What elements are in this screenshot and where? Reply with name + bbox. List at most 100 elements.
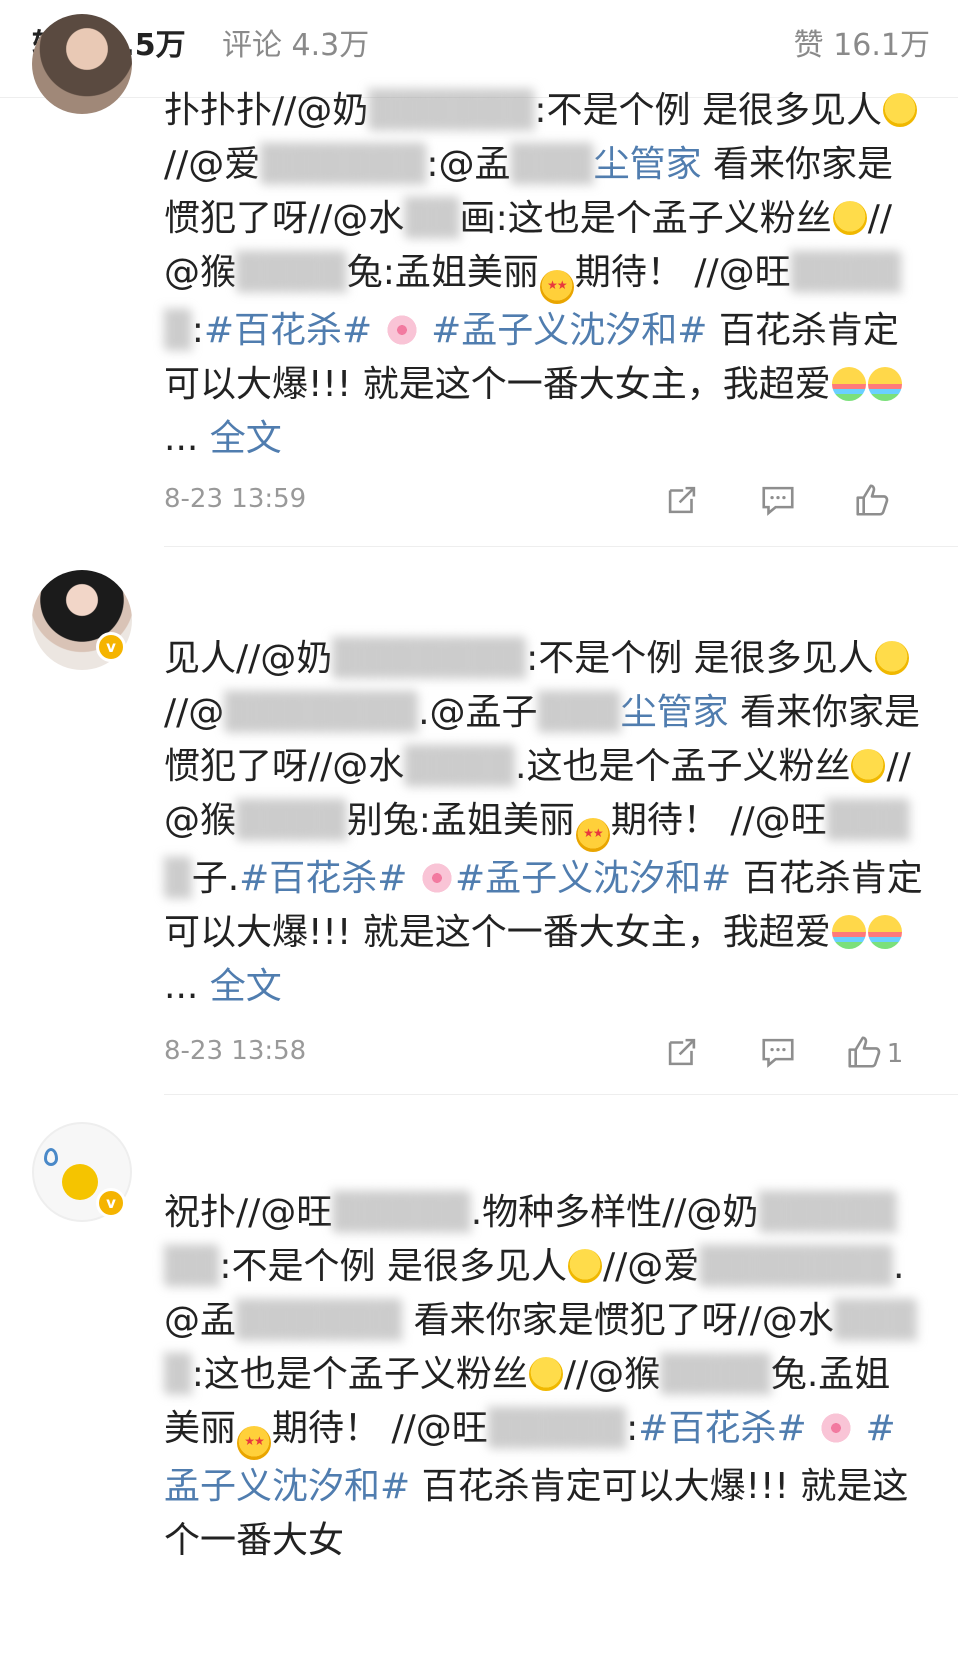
text-span: ... (164, 966, 210, 1007)
hashtag-link[interactable]: #孟子义沈汐和# (455, 858, 731, 899)
hashtag-link[interactable]: #百花杀# (638, 1408, 806, 1449)
text-span: ... (164, 418, 210, 459)
hashtag-link[interactable]: #百花杀# (204, 310, 372, 351)
full-text-link[interactable]: 全文 (210, 418, 282, 459)
repost-text: 扑扑扑//@奶▒▒▒▒▒▒:不是个例 是很多见人//@爱▒▒▒▒▒▒:@孟▒▒▒… (164, 84, 924, 466)
divider (164, 546, 958, 547)
obscured-text: ▒▒▒▒▒▒▒ (332, 638, 527, 679)
thumbs-up-icon (853, 481, 891, 523)
text-span: //@ (164, 692, 225, 733)
repost-item: v 祝扑//@旺▒▒▒▒▒.物种多样性//@奶▒▒▒▒▒▒▒:不是个例 是很多见… (0, 1096, 958, 1664)
hashtag-link[interactable]: 尘管家 (621, 692, 729, 733)
obscured-text: ▒▒▒▒▒▒ (368, 90, 535, 131)
smile-emoji-icon (528, 1357, 563, 1391)
text-span: 看来你家是惯犯了呀//@水 (402, 1300, 834, 1341)
comment-button[interactable] (730, 1030, 826, 1078)
rainbow-emoji-icon (867, 367, 902, 401)
comment-icon (759, 1033, 797, 1075)
repost-item: v 见人//@奶▒▒▒▒▒▒▒:不是个例 是很多见人//@▒▒▒▒▒▒▒.@孟子… (0, 548, 958, 1096)
hashtag-link[interactable]: 尘管家 (594, 144, 702, 185)
sun-icon (62, 1164, 98, 1200)
blossom-emoji-icon (384, 313, 419, 347)
smile-emoji-icon (882, 93, 917, 127)
share-icon (663, 1033, 701, 1075)
obscured-text: ▒▒▒▒ (236, 252, 347, 293)
smile-emoji-icon (567, 1249, 602, 1283)
text-span: 兔:孟姐美丽 (346, 252, 539, 293)
text-span: :不是个例 是很多见人 (526, 638, 874, 679)
text-span: 期待！ //@旺 (574, 252, 791, 293)
smile-emoji-icon (851, 749, 886, 783)
text-span: .@孟子 (418, 692, 538, 733)
star-emoji-icon (539, 270, 574, 304)
text-span: 见人//@奶 (164, 638, 333, 679)
text-span: //@爱 (164, 144, 261, 185)
obscured-text: ▒▒▒ (510, 144, 594, 185)
repost-text: 祝扑//@旺▒▒▒▒▒.物种多样性//@奶▒▒▒▒▒▒▒:不是个例 是很多见人 /… (164, 1186, 924, 1568)
text-span (372, 310, 383, 351)
star-emoji-icon (575, 818, 610, 852)
blossom-emoji-icon (819, 1411, 854, 1445)
obscured-text: ▒▒▒▒▒▒ (236, 1300, 403, 1341)
repost-time: 8-23 13:59 (164, 484, 307, 514)
rainbow-emoji-icon (831, 915, 866, 949)
text-span: :不是个例 是很多见人 (534, 90, 882, 131)
star-emoji-icon (237, 1426, 272, 1460)
like-button[interactable] (826, 478, 922, 526)
obscured-text: ▒▒▒ (537, 692, 621, 733)
rainbow-emoji-icon (867, 915, 902, 949)
obscured-text: ▒▒▒▒▒ (332, 1192, 471, 1233)
obscured-text: ▒▒▒▒▒ (487, 1408, 627, 1449)
obscured-text: ▒▒▒▒▒▒▒ (224, 692, 419, 733)
water-drop-icon (44, 1148, 58, 1166)
text-span: 画:这也是个孟子义粉丝 (459, 198, 832, 239)
like-button[interactable]: 1 (826, 1030, 922, 1078)
text-span (407, 858, 418, 899)
comment-icon (759, 481, 797, 523)
text-span: 期待！ //@旺 (272, 1408, 488, 1449)
text-span: //@爱 (602, 1246, 700, 1287)
smile-emoji-icon (874, 641, 909, 675)
repost-time: 8-23 13:58 (164, 1036, 307, 1066)
obscured-text: ▒▒▒▒ (660, 1354, 771, 1395)
divider (164, 1094, 958, 1095)
text-span (807, 1408, 818, 1449)
text-span: :这也是个孟子义粉丝 (191, 1354, 528, 1395)
blossom-emoji-icon (419, 861, 454, 895)
rainbow-emoji-icon (831, 367, 866, 401)
obscured-text: ▒▒▒▒ (404, 746, 516, 787)
obscured-text: ▒▒ (404, 198, 460, 239)
hashtag-link[interactable]: #百花杀# (239, 858, 407, 899)
text-span: :@孟 (426, 144, 511, 185)
obscured-text: ▒▒▒▒▒▒▒ (699, 1246, 894, 1287)
repost-actions: 1 (634, 1030, 922, 1078)
comment-button[interactable] (730, 478, 826, 526)
text-span: .物种多样性//@奶 (470, 1192, 759, 1233)
share-icon (663, 481, 701, 523)
text-span: 祝扑//@旺 (164, 1192, 333, 1233)
repost-actions (634, 478, 922, 526)
text-span: :不是个例 是很多见人 (219, 1246, 567, 1287)
obscured-text: ▒▒▒▒▒▒ (260, 144, 427, 185)
obscured-text: ▒▒▒▒ (236, 800, 347, 841)
text-span: 期待！ //@旺 (610, 800, 827, 841)
text-span: .这也是个孟子义粉丝 (515, 746, 851, 787)
full-text-link[interactable]: 全文 (210, 966, 282, 1007)
text-span: 别兔:孟姐美丽 (346, 800, 575, 841)
text-span: 子. (191, 858, 240, 899)
thumbs-up-icon (845, 1033, 883, 1075)
text-span: //@猴 (563, 1354, 661, 1395)
text-span: 扑扑扑//@奶 (164, 90, 369, 131)
avatar[interactable] (32, 14, 132, 114)
like-count: 1 (886, 1039, 904, 1069)
hashtag-link[interactable]: #孟子义沈汐和# (420, 310, 707, 351)
share-button[interactable] (634, 1030, 730, 1078)
repost-item: 扑扑扑//@奶▒▒▒▒▒▒:不是个例 是很多见人//@爱▒▒▒▒▒▒:@孟▒▒▒… (0, 0, 958, 548)
text-span: : (626, 1408, 639, 1449)
smile-emoji-icon (832, 201, 867, 235)
share-button[interactable] (634, 478, 730, 526)
text-span: : (191, 310, 204, 351)
repost-text: 见人//@奶▒▒▒▒▒▒▒:不是个例 是很多见人//@▒▒▒▒▒▒▒.@孟子▒▒… (164, 632, 924, 1014)
verified-badge-icon: v (96, 632, 126, 662)
verified-badge-icon: v (96, 1188, 126, 1218)
